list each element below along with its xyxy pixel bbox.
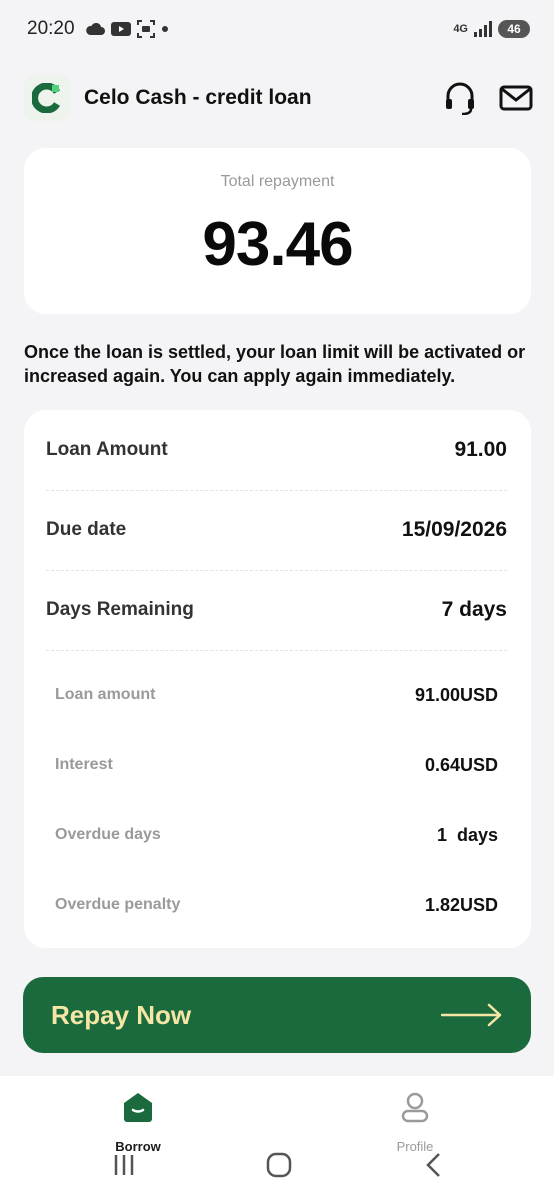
headset-icon: [446, 82, 474, 115]
status-notification-icons: [85, 20, 169, 38]
row-label: Days Remaining: [46, 599, 194, 620]
system-nav-bar: [0, 1152, 554, 1182]
messages-button[interactable]: [498, 80, 534, 116]
status-system-icons: 4G 46: [453, 20, 530, 38]
recent-apps-icon[interactable]: [113, 1152, 135, 1178]
row-value: 91.00USD: [414, 684, 498, 705]
row-value: 7 days: [441, 598, 507, 621]
row-value: 91.00: [454, 438, 507, 461]
row-label: Overdue days: [55, 826, 161, 843]
cloud-icon: [85, 22, 105, 35]
celo-logo-icon: [32, 83, 61, 113]
status-time: 20:20: [27, 18, 75, 39]
signal-icon: [474, 21, 492, 37]
row-value: 1.82USD: [424, 894, 498, 915]
header-actions: [442, 80, 534, 116]
dot-icon: [161, 26, 168, 32]
due-date-row: Due date 15/09/2026: [46, 490, 507, 570]
row-value: 0.64USD: [424, 754, 498, 775]
loan-amount-row: Loan Amount 91.00: [46, 410, 507, 490]
nav-item-profile[interactable]: Profile: [355, 1090, 475, 1154]
loan-notice: Once the loan is settled, your loan limi…: [24, 342, 526, 386]
nav-item-borrow[interactable]: Borrow: [78, 1090, 198, 1154]
row-divider: [46, 650, 507, 651]
total-repayment-label: Total repayment: [220, 173, 335, 190]
loan-details-card: Loan Amount 91.00 Due date 15/09/2026 Da…: [24, 410, 531, 948]
repay-now-button[interactable]: Repay Now: [23, 977, 531, 1053]
mail-icon: [499, 85, 533, 111]
app-logo: [24, 75, 70, 121]
app-header: Celo Cash - credit loan: [24, 70, 534, 126]
arrow-right-icon: [441, 1003, 502, 1027]
row-label: Interest: [55, 756, 113, 773]
user-icon: [401, 1092, 429, 1123]
overdue-days-row: Overdue days 1 days: [55, 800, 498, 870]
app-title: Celo Cash - credit loan: [84, 86, 312, 109]
total-repayment-amount: 93.46: [202, 210, 353, 279]
screenshot-icon: [136, 20, 155, 38]
interest-row: Interest 0.64USD: [55, 730, 498, 800]
home-button-icon[interactable]: [266, 1152, 292, 1178]
youtube-icon: [110, 22, 131, 36]
repay-now-label: Repay Now: [51, 999, 192, 1030]
customer-service-button[interactable]: [442, 80, 478, 116]
row-value: 15/09/2026: [401, 518, 507, 541]
row-label: Loan amount: [55, 686, 156, 703]
sub-loan-amount-row: Loan amount 91.00USD: [55, 660, 498, 730]
network-type: 4G: [453, 23, 468, 35]
overdue-penalty-row: Overdue penalty 1.82USD: [55, 870, 498, 940]
home-icon: [124, 1093, 152, 1122]
row-label: Overdue penalty: [55, 896, 181, 913]
status-bar: 20:20 4G 46: [0, 0, 554, 58]
total-repayment-card: Total repayment 93.46: [24, 148, 531, 314]
row-value: 1 days: [436, 824, 498, 845]
row-label: Loan Amount: [46, 439, 168, 460]
row-label: Due date: [46, 519, 127, 540]
battery-indicator: 46: [498, 20, 530, 38]
days-remaining-row: Days Remaining 7 days: [46, 570, 507, 650]
back-icon[interactable]: [424, 1152, 444, 1178]
